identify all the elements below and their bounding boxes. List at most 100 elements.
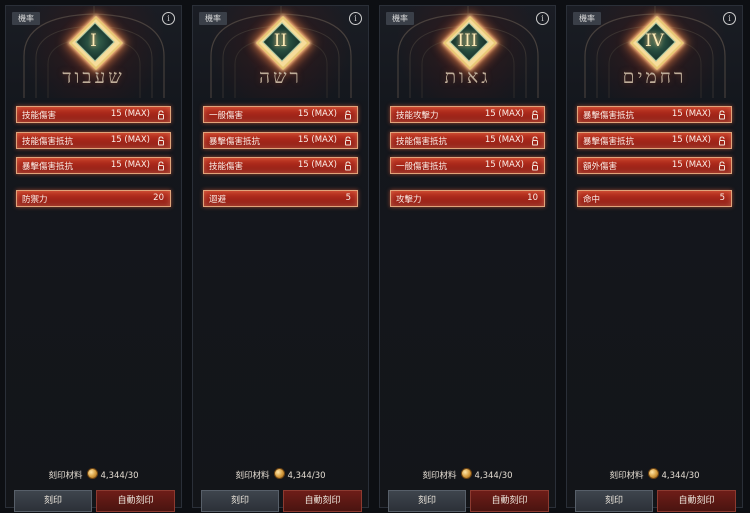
material-count: 4,344/30	[100, 471, 139, 481]
material-label: 刻印材料	[422, 471, 457, 481]
stat-value: 15 (MAX)	[110, 109, 150, 119]
stat-label: 技能傷害抵抗	[396, 137, 448, 147]
lock-icon[interactable]	[717, 136, 727, 146]
tier-emblem: III	[442, 16, 497, 70]
lock-icon[interactable]	[343, 161, 353, 171]
rune-title: רחמים	[622, 66, 687, 88]
bonus-value: 5	[345, 193, 351, 203]
panel-header: 機率 i III גאות	[380, 6, 555, 98]
stat-row: 技能傷害 15 (MAX)	[16, 106, 171, 123]
engrave-button[interactable]: 刻印	[14, 490, 92, 512]
stat-value: 15 (MAX)	[484, 160, 524, 170]
material-count: 4,344/30	[661, 471, 700, 481]
bonus-label: 攻擊力	[396, 195, 422, 205]
stat-label: 暴擊傷害抵抗	[583, 111, 635, 121]
stat-label: 暴擊傷害抵抗	[209, 137, 261, 147]
material-count: 4,344/30	[287, 471, 326, 481]
auto-engrave-button[interactable]: 自動刻印	[96, 490, 175, 512]
stat-value: 15 (MAX)	[484, 109, 524, 119]
engrave-panel-1: 機率 i I שעבוד 技能傷害 15 (MAX) 技能傷害抵抗 15 (MA…	[5, 5, 182, 512]
engrave-panel-3: 機率 i III גאות 技能攻擊力 15 (MAX) 技能傷害抵抗 15 (…	[379, 5, 556, 512]
info-icon[interactable]: i	[162, 12, 175, 25]
lock-icon[interactable]	[343, 136, 353, 146]
tier-numeral: III	[457, 31, 478, 51]
lock-icon[interactable]	[530, 136, 540, 146]
stat-value: 15 (MAX)	[671, 160, 711, 170]
bonus-stat-row: 防禦力 20	[16, 190, 171, 207]
engrave-panel-2: 機率 i II רשה 一般傷害 15 (MAX) 暴擊傷害抵抗 15 (MAX…	[192, 5, 369, 512]
coin-icon	[460, 468, 472, 479]
stat-label: 暴擊傷害抵抗	[22, 162, 74, 172]
bonus-value: 10	[527, 193, 538, 203]
tier-numeral: IV	[645, 31, 664, 51]
stat-row: 技能傷害 15 (MAX)	[203, 157, 358, 174]
panel-header: 機率 i I שעבוד	[6, 6, 181, 98]
info-icon[interactable]: i	[723, 12, 736, 25]
lock-icon[interactable]	[156, 136, 166, 146]
stat-label: 技能傷害	[22, 111, 57, 121]
auto-engrave-button[interactable]: 自動刻印	[283, 490, 362, 512]
stat-label: 一般傷害抵抗	[396, 162, 448, 172]
stat-value: 15 (MAX)	[484, 135, 524, 145]
bonus-label: 防禦力	[22, 195, 48, 205]
probability-tag[interactable]: 機率	[199, 12, 227, 25]
bonus-stat-row: 命中 5	[577, 190, 732, 207]
probability-tag[interactable]: 機率	[573, 12, 601, 25]
coin-icon	[647, 468, 659, 479]
stat-value: 15 (MAX)	[110, 135, 150, 145]
stat-value: 15 (MAX)	[110, 160, 150, 170]
rune-title: רשה	[259, 66, 302, 88]
probability-tag[interactable]: 機率	[386, 12, 414, 25]
material-label: 刻印材料	[48, 471, 83, 481]
tier-emblem: II	[255, 16, 310, 70]
tier-numeral: I	[90, 31, 97, 51]
probability-tag[interactable]: 機率	[12, 12, 40, 25]
bonus-stat-row: 迴避 5	[203, 190, 358, 207]
material-cost: 刻印材料 4,344/30	[380, 468, 555, 481]
lock-icon[interactable]	[717, 110, 727, 120]
tier-emblem: I	[68, 16, 123, 70]
auto-engrave-button[interactable]: 自動刻印	[657, 490, 736, 512]
stat-row: 額外傷害 15 (MAX)	[577, 157, 732, 174]
auto-engrave-button[interactable]: 自動刻印	[470, 490, 549, 512]
bonus-label: 迴避	[209, 195, 227, 205]
material-cost: 刻印材料 4,344/30	[193, 468, 368, 481]
rune-title: גאות	[444, 66, 491, 88]
material-count: 4,344/30	[474, 471, 513, 481]
rune-title: שעבוד	[62, 66, 125, 88]
material-label: 刻印材料	[235, 471, 270, 481]
engrave-panel-4: 機率 i IV רחמים 暴擊傷害抵抗 15 (MAX) 暴擊傷害抵抗 15 …	[566, 5, 743, 512]
bonus-label: 命中	[583, 195, 601, 205]
lock-icon[interactable]	[530, 110, 540, 120]
lock-icon[interactable]	[156, 161, 166, 171]
engrave-button[interactable]: 刻印	[388, 490, 466, 512]
stat-label: 技能攻擊力	[396, 111, 439, 121]
material-label: 刻印材料	[609, 471, 644, 481]
bonus-value: 20	[153, 193, 164, 203]
panel-header: 機率 i II רשה	[193, 6, 368, 98]
stat-row: 暴擊傷害抵抗 15 (MAX)	[16, 157, 171, 174]
stat-row: 一般傷害 15 (MAX)	[203, 106, 358, 123]
lock-icon[interactable]	[156, 110, 166, 120]
engrave-button[interactable]: 刻印	[575, 490, 653, 512]
lock-icon[interactable]	[343, 110, 353, 120]
bonus-value: 5	[719, 193, 725, 203]
tier-numeral: II	[273, 31, 288, 51]
lock-icon[interactable]	[530, 161, 540, 171]
coin-icon	[86, 468, 98, 479]
stat-label: 暴擊傷害抵抗	[583, 137, 635, 147]
stat-row: 暴擊傷害抵抗 15 (MAX)	[203, 132, 358, 149]
stat-label: 技能傷害抵抗	[22, 137, 74, 147]
bonus-stat-row: 攻擊力 10	[390, 190, 545, 207]
stat-value: 15 (MAX)	[297, 135, 337, 145]
lock-icon[interactable]	[717, 161, 727, 171]
material-cost: 刻印材料 4,344/30	[567, 468, 742, 481]
stat-row: 技能傷害抵抗 15 (MAX)	[390, 132, 545, 149]
info-icon[interactable]: i	[536, 12, 549, 25]
stat-value: 15 (MAX)	[671, 109, 711, 119]
stat-value: 15 (MAX)	[297, 109, 337, 119]
panel-header: 機率 i IV רחמים	[567, 6, 742, 98]
engrave-button[interactable]: 刻印	[201, 490, 279, 512]
info-icon[interactable]: i	[349, 12, 362, 25]
stat-label: 一般傷害	[209, 111, 244, 121]
